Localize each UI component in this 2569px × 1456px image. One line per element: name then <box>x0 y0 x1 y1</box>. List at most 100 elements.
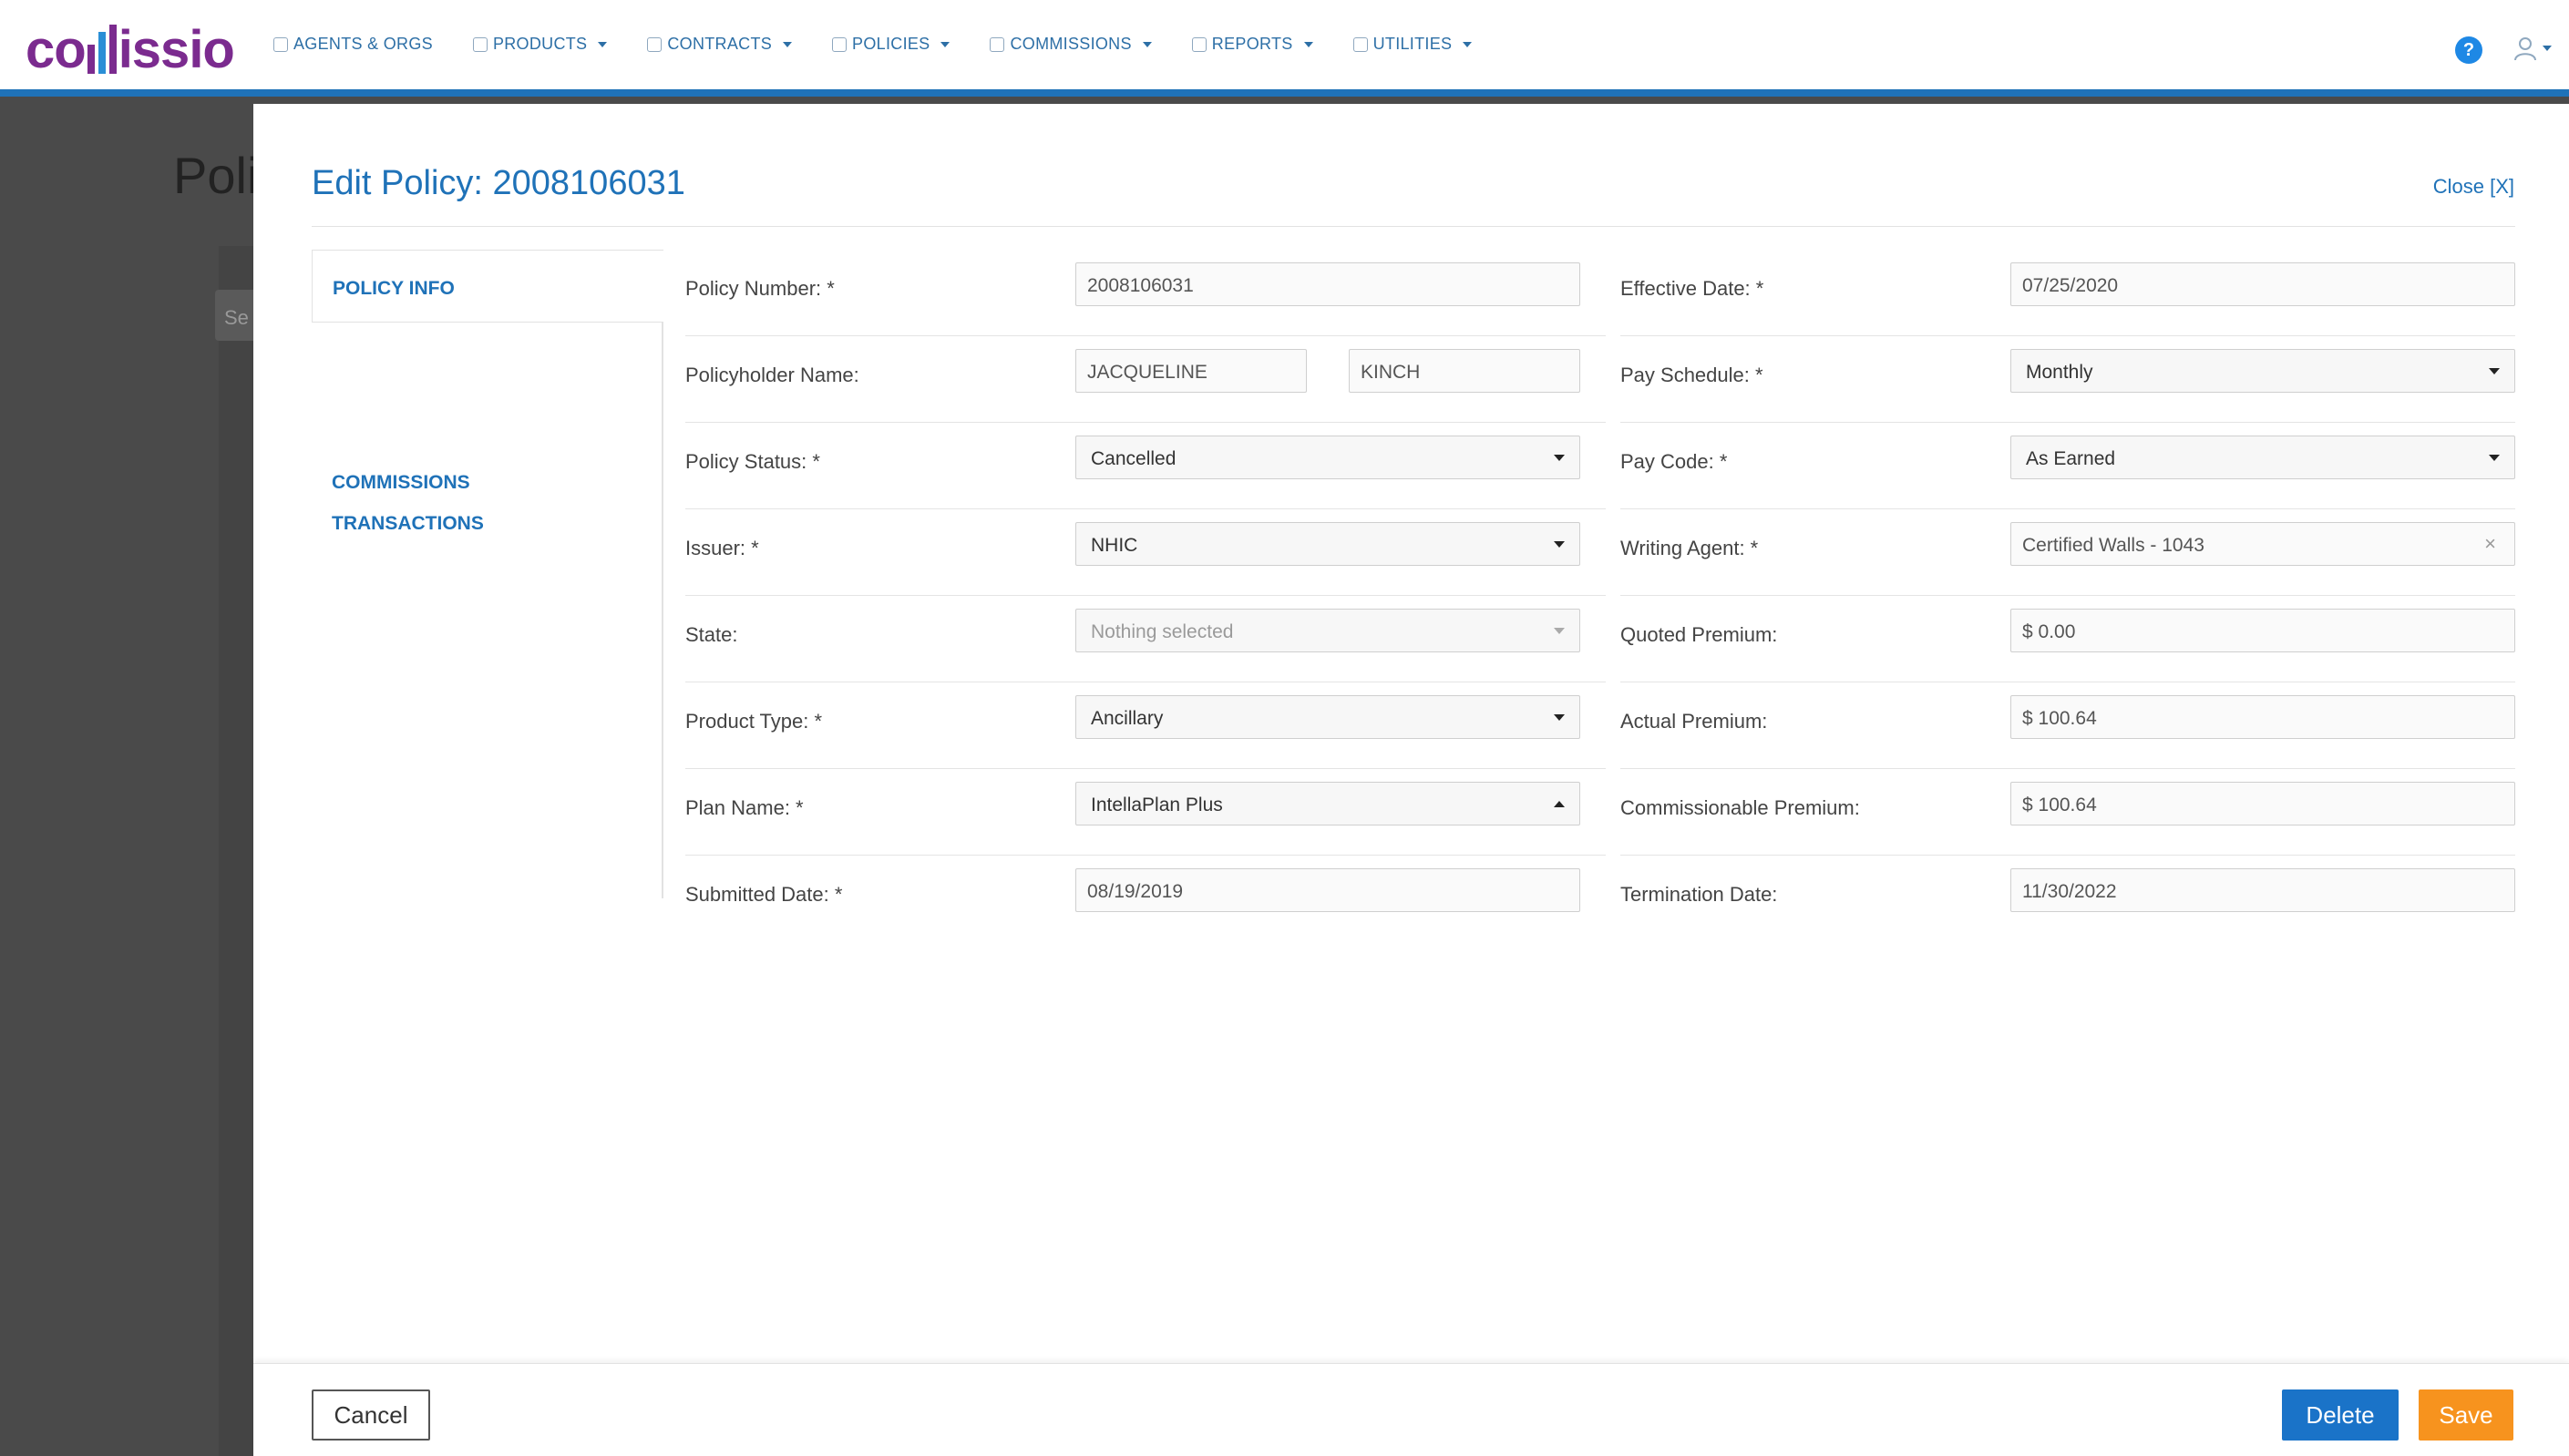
policy-status-value: Cancelled <box>1091 448 1177 469</box>
nav-reports[interactable]: REPORTS <box>1191 35 1313 54</box>
nav-agents-orgs[interactable]: AGENTS & ORGS <box>273 35 433 54</box>
state-value: Nothing selected <box>1091 621 1234 642</box>
termination-date-row: Termination Date: 11/30/2022 <box>1620 856 2515 942</box>
state-row: State: Nothing selected <box>685 596 1606 682</box>
pay-code-label: Pay Code: * <box>1620 450 1728 473</box>
effective-date-label: Effective Date: * <box>1620 277 1764 300</box>
modal-title: Edit Policy: 2008106031 <box>312 164 685 202</box>
writing-agent-input[interactable]: Certified Walls - 1043 × <box>2010 522 2515 566</box>
help-icon[interactable]: ? <box>2455 36 2482 64</box>
pay-code-select[interactable]: As Earned <box>2010 436 2515 479</box>
form-right-column: Effective Date: * 07/25/2020 Pay Schedul… <box>1620 250 2515 942</box>
logo[interactable]: co issio <box>26 19 235 79</box>
reports-icon <box>1191 36 1207 52</box>
policy-number-input[interactable]: 2008106031 <box>1075 262 1580 306</box>
actual-premium-input[interactable]: $ 100.64 <box>2010 695 2515 739</box>
chevron-down-icon <box>1463 41 1473 47</box>
nav-label: AGENTS & ORGS <box>293 35 433 53</box>
nav-label: REPORTS <box>1211 35 1293 53</box>
agents-icon <box>273 36 288 52</box>
policy-number-label: Policy Number: * <box>685 277 835 300</box>
pay-schedule-label: Pay Schedule: * <box>1620 364 1763 386</box>
contracts-icon <box>647 36 663 52</box>
effective-date-input[interactable]: 07/25/2020 <box>2010 262 2515 306</box>
tab-policy-info[interactable]: POLICY INFO <box>312 250 663 323</box>
chevron-down-icon <box>1554 628 1565 634</box>
quoted-premium-label: Quoted Premium: <box>1620 623 1778 646</box>
pay-schedule-select[interactable]: Monthly <box>2010 349 2515 393</box>
issuer-label: Issuer: * <box>685 537 759 559</box>
issuer-row: Issuer: * NHIC <box>685 509 1606 596</box>
writing-agent-label: Writing Agent: * <box>1620 537 1759 559</box>
nav-label: COMMISSIONS <box>1010 35 1132 53</box>
nav-products[interactable]: PRODUCTS <box>472 35 608 54</box>
logo-text-left: co <box>26 19 87 79</box>
quoted-premium-input[interactable]: $ 0.00 <box>2010 609 2515 652</box>
close-button[interactable]: Close [X] <box>2433 175 2514 199</box>
commissionable-premium-input[interactable]: $ 100.64 <box>2010 782 2515 825</box>
plan-name-label: Plan Name: * <box>685 796 804 819</box>
pay-code-row: Pay Code: * As Earned <box>1620 423 2515 509</box>
tab-transactions[interactable]: TRANSACTIONS <box>332 513 484 535</box>
divider <box>312 226 2515 227</box>
tab-commissions[interactable]: COMMISSIONS <box>332 472 470 494</box>
policy-status-label: Policy Status: * <box>685 450 820 473</box>
pay-schedule-value: Monthly <box>2026 362 2093 383</box>
product-type-label: Product Type: * <box>685 710 823 733</box>
policy-status-select[interactable]: Cancelled <box>1075 436 1580 479</box>
nav-contracts[interactable]: CONTRACTS <box>647 35 793 54</box>
user-icon[interactable] <box>2512 35 2539 62</box>
commissions-icon <box>990 36 1005 52</box>
form-left-column: Policy Number: * 2008106031 Policyholder… <box>685 250 1606 942</box>
chevron-down-icon <box>1303 41 1313 47</box>
plan-name-value: IntellaPlan Plus <box>1091 795 1223 815</box>
save-button[interactable]: Save <box>2419 1389 2513 1441</box>
quoted-premium-row: Quoted Premium: $ 0.00 <box>1620 596 2515 682</box>
policy-number-row: Policy Number: * 2008106031 <box>685 250 1606 336</box>
effective-date-row: Effective Date: * 07/25/2020 <box>1620 250 2515 336</box>
plan-name-select[interactable]: IntellaPlan Plus <box>1075 782 1580 825</box>
utilities-icon <box>1352 36 1368 52</box>
top-navbar: co issio AGENTS & ORGS PRODUCTS CONTRACT… <box>0 0 2569 97</box>
writing-agent-value: Certified Walls - 1043 <box>2022 535 2204 556</box>
user-menu-chevron-icon[interactable] <box>2543 46 2552 51</box>
first-name-input[interactable]: JACQUELINE <box>1075 349 1307 393</box>
nav-label: CONTRACTS <box>667 35 773 53</box>
submitted-date-label: Submitted Date: * <box>685 883 843 906</box>
nav-label: UTILITIES <box>1372 35 1453 53</box>
clear-icon[interactable]: × <box>2484 532 2496 556</box>
submitted-date-row: Submitted Date: * 08/19/2019 <box>685 856 1606 942</box>
cancel-button[interactable]: Cancel <box>312 1389 430 1441</box>
commissionable-premium-row: Commissionable Premium: $ 100.64 <box>1620 769 2515 856</box>
state-select[interactable]: Nothing selected <box>1075 609 1580 652</box>
nav-utilities[interactable]: UTILITIES <box>1352 35 1473 54</box>
policy-status-row: Policy Status: * Cancelled <box>685 423 1606 509</box>
termination-date-label: Termination Date: <box>1620 883 1778 906</box>
nav-label: PRODUCTS <box>492 35 588 53</box>
chevron-down-icon <box>1554 455 1565 461</box>
writing-agent-row: Writing Agent: * Certified Walls - 1043 × <box>1620 509 2515 596</box>
last-name-input[interactable]: KINCH <box>1349 349 1580 393</box>
delete-button[interactable]: Delete <box>2282 1389 2399 1441</box>
chevron-down-icon <box>1554 714 1565 721</box>
logo-bars-icon <box>87 25 117 74</box>
submitted-date-input[interactable]: 08/19/2019 <box>1075 868 1580 912</box>
nav-commissions[interactable]: COMMISSIONS <box>990 35 1152 54</box>
chevron-down-icon <box>2489 455 2500 461</box>
chevron-down-icon <box>1142 41 1152 47</box>
product-type-select[interactable]: Ancillary <box>1075 695 1580 739</box>
commissionable-premium-label: Commissionable Premium: <box>1620 796 1860 819</box>
chevron-up-icon <box>1554 801 1565 807</box>
background-page-title: Poli <box>173 147 259 204</box>
issuer-select[interactable]: NHIC <box>1075 522 1580 566</box>
plan-name-row: Plan Name: * IntellaPlan Plus <box>685 769 1606 856</box>
side-tabs: POLICY INFO COMMISSIONS TRANSACTIONS <box>312 250 663 898</box>
chevron-down-icon <box>783 41 793 47</box>
logo-text-right: issio <box>118 19 235 79</box>
chevron-down-icon <box>2489 368 2500 374</box>
nav-policies[interactable]: POLICIES <box>832 35 951 54</box>
pay-schedule-row: Pay Schedule: * Monthly <box>1620 336 2515 423</box>
state-label: State: <box>685 623 738 646</box>
termination-date-input[interactable]: 11/30/2022 <box>2010 868 2515 912</box>
modal-footer: Cancel Delete Save <box>253 1363 2569 1456</box>
